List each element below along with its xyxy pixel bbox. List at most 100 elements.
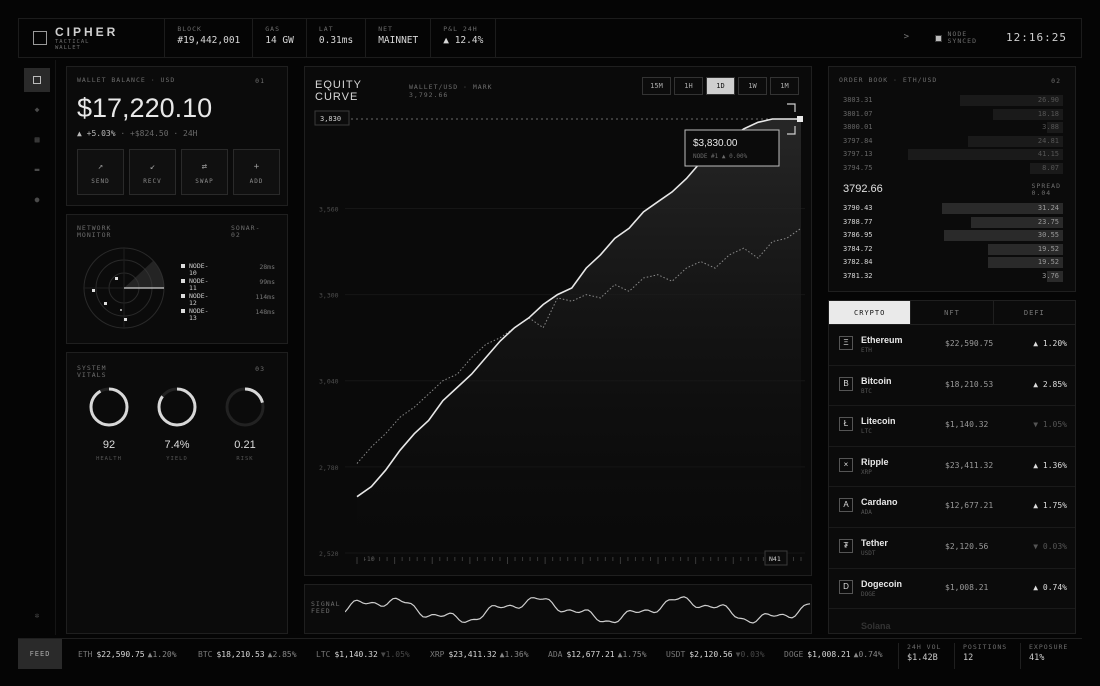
signal-feed-panel: SIGNAL FEED xyxy=(304,584,812,634)
ticker-item[interactable]: XRP $23,411.32 ▲1.36% xyxy=(430,650,529,659)
timeframe-15m[interactable]: 15M xyxy=(642,77,671,95)
chart-subtitle: WALLET/USD · MARK 3,792.66 xyxy=(409,83,493,99)
coin-name: Ethereum xyxy=(861,335,903,345)
recv-button[interactable]: ↙ RECV xyxy=(129,149,176,195)
tab-nft[interactable]: NFT xyxy=(911,301,994,324)
coin-name: Ripple xyxy=(861,456,889,467)
chevron-right-icon[interactable]: > xyxy=(904,32,909,42)
timeframe-1d[interactable]: 1D xyxy=(706,77,735,95)
coin-icon: A xyxy=(839,498,853,513)
coin-price: $1,008.21 xyxy=(945,582,989,592)
ticker-item[interactable]: BTC $18,210.53 ▲2.85% xyxy=(198,650,297,659)
coin-name-partial: Solana xyxy=(861,621,891,631)
wallet-panel: WALLET BALANCE · USD 01 $17,220.10 ▲ +5.… xyxy=(66,66,288,206)
coin-row[interactable]: × Ripple XRP $23,411.32 ▲ 1.36% xyxy=(829,447,1075,488)
feed-button[interactable]: FEED xyxy=(18,639,62,669)
signal-wave xyxy=(345,596,811,624)
node-row[interactable]: NODE-11 99ms xyxy=(181,278,275,293)
gauge-arc xyxy=(89,387,129,427)
ticker-item[interactable]: USDT $2,120.56 ▼0.03% xyxy=(666,650,765,659)
order-price: 3790.43 xyxy=(843,204,873,212)
bid-row[interactable]: 3781.32 3.76 xyxy=(839,270,1063,282)
dot-nav-icon[interactable]: ● xyxy=(33,196,41,204)
orderbook-index: 02 xyxy=(1051,77,1061,85)
stat-latency: LAT 0.31ms xyxy=(305,18,365,58)
vitals-index: 03 xyxy=(255,365,265,373)
ticker-item[interactable]: ADA $12,677.21 ▲1.75% xyxy=(548,650,647,659)
coin-name: Tether xyxy=(861,537,888,548)
bid-row[interactable]: 3786.95 30.55 xyxy=(839,230,1063,241)
wallet-label: WALLET BALANCE · USD xyxy=(77,76,176,84)
order-price: 3794.75 xyxy=(843,163,873,172)
ask-row[interactable]: 3797.13 41.15 xyxy=(839,149,1063,160)
grid-nav-icon[interactable]: ▦ xyxy=(33,136,41,144)
tab-defi[interactable]: DEFI xyxy=(994,301,1075,324)
bid-row[interactable]: 3784.72 19.52 xyxy=(839,243,1063,255)
coin-name: Dogecoin xyxy=(861,578,903,589)
vitals-label: SYSTEM VITALS xyxy=(77,364,107,379)
coin-change: ▼ 1.05% xyxy=(1033,420,1067,430)
order-size: 23.75 xyxy=(1037,217,1059,226)
brand: CIPHER TACTICAL WALLET xyxy=(55,25,118,51)
dashboard-nav-icon[interactable] xyxy=(24,68,50,92)
coin-price: $1,140.32 xyxy=(945,420,989,430)
node-sync-status: NODE SYNCED xyxy=(934,31,977,45)
send-button[interactable]: ↗ SEND xyxy=(77,149,124,195)
order-size: 8.07 xyxy=(1042,163,1059,172)
clock: 12:16:25 xyxy=(1006,31,1067,44)
timeframe-1w[interactable]: 1W xyxy=(738,77,767,95)
order-size: 31.24 xyxy=(1037,204,1059,212)
ask-row[interactable]: 3803.31 26.90 xyxy=(839,95,1063,106)
add-button[interactable]: + ADD xyxy=(233,149,280,195)
yield-gauge: 7.4% YIELD xyxy=(155,385,199,462)
coin-row[interactable]: Ł Litecoin LTC $1,140.32 ▼ 1.05% xyxy=(829,406,1075,447)
coin-icon: × xyxy=(839,457,853,472)
coin-icon: D xyxy=(839,579,853,594)
coin-change: ▲ 0.74% xyxy=(1033,582,1067,592)
order-price: 3800.01 xyxy=(843,123,873,131)
order-price: 3788.77 xyxy=(843,217,873,226)
node-row[interactable]: NODE-13 148ms xyxy=(181,308,275,323)
x-start-label: -10 xyxy=(363,555,375,563)
swap-button[interactable]: ⇄ SWAP xyxy=(181,149,228,195)
ticker-item[interactable]: LTC $1,140.32 ▼1.05% xyxy=(316,650,410,659)
coin-row[interactable]: B Bitcoin BTC $18,210.53 ▲ 2.85% xyxy=(829,366,1075,407)
order-size: 26.90 xyxy=(1037,96,1059,104)
system-vitals-panel: SYSTEM VITALS 03 92 HEALTH 7.4% YIELD 0.… xyxy=(66,352,288,634)
coin-row[interactable]: A Cardano ADA $12,677.21 ▲ 1.75% xyxy=(829,487,1075,528)
peak-marker xyxy=(797,116,803,122)
coin-change: ▼ 0.03% xyxy=(1033,541,1067,551)
minus-nav-icon[interactable]: ▬ xyxy=(33,166,41,174)
node-row[interactable]: NODE-12 114ms xyxy=(181,293,275,308)
callout-note: NODE #1 ▲ 0.00% xyxy=(693,153,748,160)
order-price: 3801.07 xyxy=(843,109,873,118)
ask-row[interactable]: 3797.84 24.81 xyxy=(839,135,1063,147)
signal-feed-label: SIGNAL FEED xyxy=(311,600,341,615)
node-row[interactable]: NODE-10 28ms xyxy=(181,263,275,278)
coin-row[interactable]: D Dogecoin DOGE $1,008.21 ▲ 0.74% xyxy=(829,569,1075,610)
ticker-item[interactable]: ETH $22,590.75 ▲1.20% xyxy=(78,650,177,659)
settings-nav-icon[interactable]: ✲ xyxy=(33,612,41,620)
coin-price: $22,590.75 xyxy=(945,339,994,348)
equity-curve-panel: 3,560 3,300 3,040 2,780 2,520 3,830 $3,830.00 N… xyxy=(304,66,812,576)
timeframe-1h[interactable]: 1H xyxy=(674,77,703,95)
coin-row[interactable]: Ξ Ethereum ETH $22,590.75 ▲ 1.20% xyxy=(829,325,1075,366)
swap-icon: ⇄ xyxy=(201,162,208,172)
coin-row[interactable]: ₮ Tether USDT $2,120.56 ▼ 0.03% xyxy=(829,528,1075,569)
stat-block: BLOCK #19,442,001 xyxy=(164,18,252,58)
bid-row[interactable]: 3782.84 19.52 xyxy=(839,257,1063,268)
coin-change: ▲ 1.75% xyxy=(1033,501,1067,511)
ask-row[interactable]: 3800.01 3.88 xyxy=(839,122,1063,133)
timeframe-1m[interactable]: 1M xyxy=(770,77,799,95)
diamond-nav-icon[interactable]: ◆ xyxy=(33,106,41,114)
order-book-panel: ORDER BOOK · ETH/USD 02 3792.66 SPREAD 0… xyxy=(828,66,1076,292)
add-icon: + xyxy=(253,162,260,172)
ask-row[interactable]: 3801.07 18.18 xyxy=(839,108,1063,120)
equity-chart: 3,560 3,300 3,040 2,780 2,520 3,830 $3,830.00 N… xyxy=(314,103,805,566)
bid-row[interactable]: 3790.43 31.24 xyxy=(839,203,1063,214)
ask-row[interactable]: 3794.75 8.07 xyxy=(839,162,1063,174)
ticker-item[interactable]: DOGE $1,008.21 ▲0.74% xyxy=(784,650,883,659)
coin-change: ▲ 2.85% xyxy=(1033,379,1067,389)
tab-crypto[interactable]: CRYPTO xyxy=(829,301,912,324)
bid-row[interactable]: 3788.77 23.75 xyxy=(839,216,1063,228)
